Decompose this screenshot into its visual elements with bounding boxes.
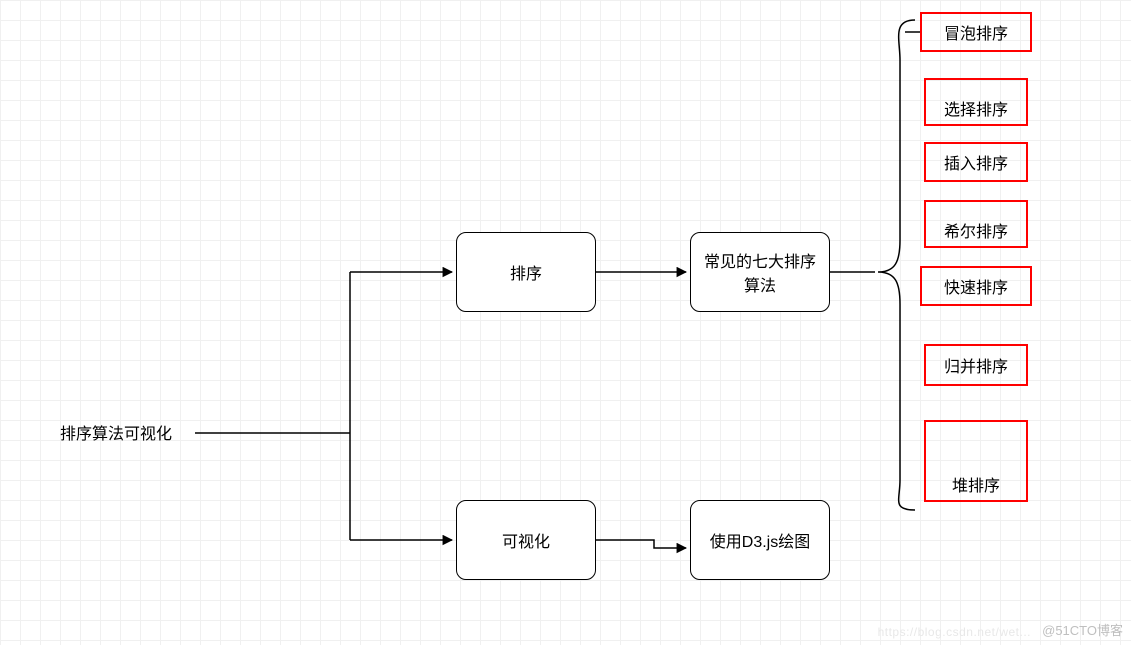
diagram-canvas: 排序算法可视化 排序 常见的七大排序算法 可视化 使用D3.js绘图 冒泡排序 … <box>0 0 1131 645</box>
sort-box: 排序 <box>456 232 596 312</box>
d3-box: 使用D3.js绘图 <box>690 500 830 580</box>
edge-viz-to-d3 <box>596 540 686 548</box>
algo-merge: 归并排序 <box>924 344 1028 386</box>
algo-heap: 堆排序 <box>924 420 1028 502</box>
algo-quick-label: 快速排序 <box>944 274 1008 298</box>
sort-box-label: 排序 <box>510 260 542 284</box>
algo-heap-label: 堆排序 <box>952 472 1000 496</box>
algo-insertion-label: 插入排序 <box>944 150 1008 174</box>
d3-box-label: 使用D3.js绘图 <box>710 528 810 552</box>
viz-box: 可视化 <box>456 500 596 580</box>
algo-bubble: 冒泡排序 <box>920 12 1032 52</box>
seven-algorithms-label: 常见的七大排序算法 <box>697 248 823 296</box>
root-label: 排序算法可视化 <box>60 424 172 446</box>
algo-selection-label: 选择排序 <box>944 96 1008 120</box>
algo-bubble-label: 冒泡排序 <box>944 20 1008 44</box>
algo-shell-label: 希尔排序 <box>944 218 1008 242</box>
seven-algorithms-box: 常见的七大排序算法 <box>690 232 830 312</box>
algo-shell: 希尔排序 <box>924 200 1028 248</box>
algo-selection: 选择排序 <box>924 78 1028 126</box>
algo-quick: 快速排序 <box>920 266 1032 306</box>
watermark-faint: https://blog.csdn.net/wet... <box>878 625 1031 639</box>
watermark: @51CTO博客 <box>1042 620 1123 639</box>
algo-insertion: 插入排序 <box>924 142 1028 182</box>
curly-brace <box>878 20 915 510</box>
algo-merge-label: 归并排序 <box>944 353 1008 377</box>
viz-box-label: 可视化 <box>502 528 550 552</box>
